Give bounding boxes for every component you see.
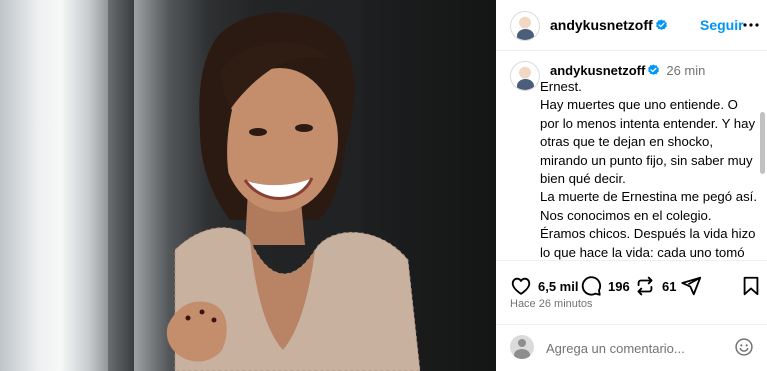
post-sidebar: andykusnetzoff Seguir andykusnetzoff 26 m… bbox=[496, 0, 767, 371]
emoji-icon[interactable] bbox=[734, 337, 754, 357]
caption-header: andykusnetzoff 26 min bbox=[550, 63, 705, 78]
bookmark-icon bbox=[743, 276, 759, 296]
verified-badge-icon bbox=[655, 19, 667, 30]
caption-area: andykusnetzoff 26 min Ernest. Hay muertes… bbox=[496, 52, 767, 260]
heart-icon bbox=[511, 277, 531, 295]
post-image[interactable] bbox=[0, 0, 496, 371]
follow-button[interactable]: Seguir bbox=[700, 17, 744, 33]
caption-time[interactable]: 26 min bbox=[666, 63, 705, 78]
reposts-count[interactable]: 61 bbox=[662, 279, 676, 294]
current-user-avatar bbox=[510, 335, 534, 359]
caption-text: Ernest. Hay muertes que uno entiende. O … bbox=[540, 78, 760, 260]
likes-count[interactable]: 6,5 mil bbox=[538, 279, 578, 294]
post-timestamp[interactable]: Hace 26 minutos bbox=[510, 298, 593, 310]
comments-count[interactable]: 196 bbox=[608, 279, 630, 294]
caption-paragraph: Ernest. bbox=[540, 79, 582, 94]
author-username[interactable]: andykusnetzoff bbox=[550, 17, 653, 33]
more-icon[interactable] bbox=[742, 18, 760, 32]
comment-button[interactable]: 196 bbox=[580, 275, 630, 297]
caption-username[interactable]: andykusnetzoff bbox=[550, 63, 645, 78]
caption-scrollbar[interactable] bbox=[760, 112, 765, 174]
woman-portrait bbox=[166, 12, 421, 371]
caption-avatar[interactable] bbox=[510, 61, 540, 91]
caption-paragraph: Hay muertes que uno entiende. O por lo m… bbox=[540, 97, 756, 187]
comment-input[interactable] bbox=[546, 338, 726, 358]
like-button[interactable]: 6,5 mil bbox=[510, 275, 578, 297]
add-comment-bar bbox=[496, 324, 767, 371]
repost-icon bbox=[637, 276, 653, 296]
author-avatar[interactable] bbox=[510, 11, 540, 41]
share-button[interactable] bbox=[680, 275, 702, 297]
caption-paragraph: La muerte de Ernestina me pegó así. Nos … bbox=[540, 189, 757, 260]
post-header: andykusnetzoff Seguir bbox=[496, 0, 767, 51]
comment-icon bbox=[581, 276, 602, 296]
save-button[interactable] bbox=[740, 275, 762, 297]
share-icon bbox=[681, 276, 702, 296]
author-username-row[interactable]: andykusnetzoff bbox=[550, 17, 668, 33]
repost-button[interactable]: 61 bbox=[634, 275, 676, 297]
verified-badge-icon bbox=[648, 64, 660, 75]
